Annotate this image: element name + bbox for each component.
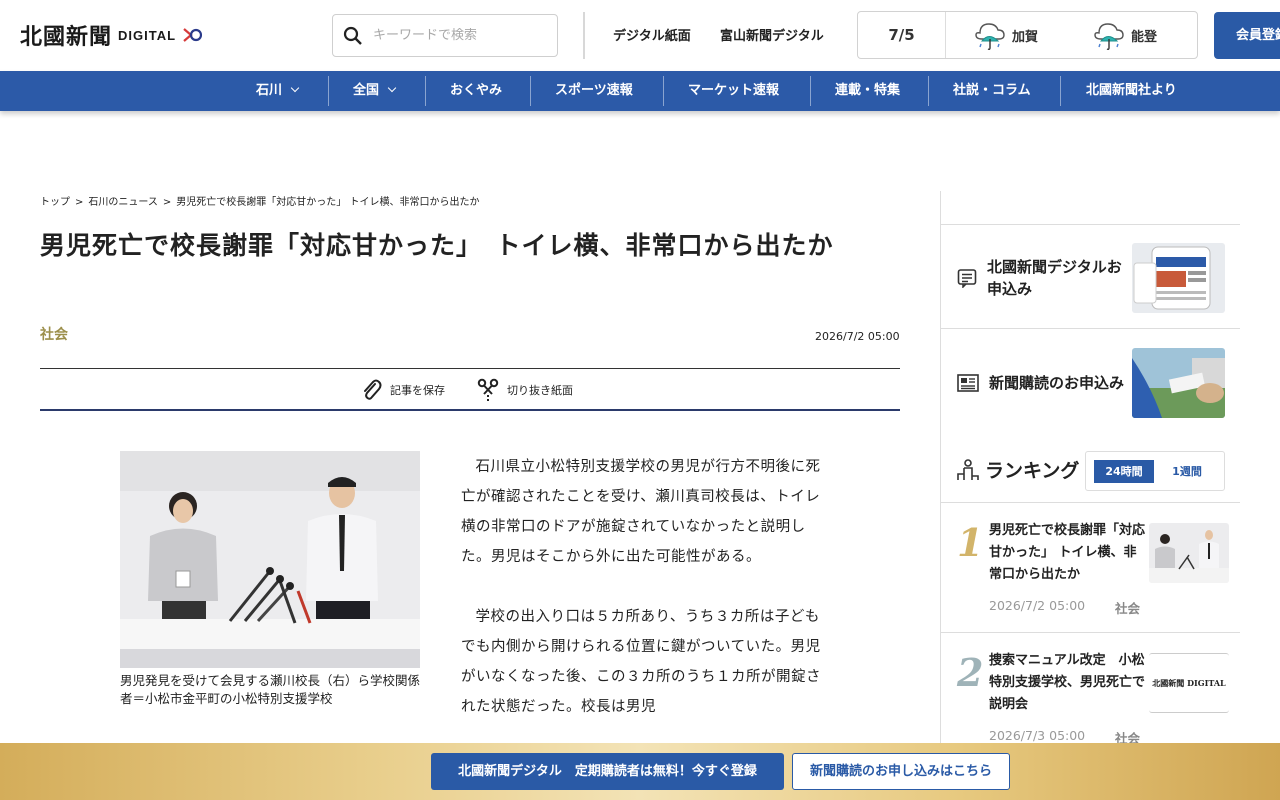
sidebar-separator xyxy=(941,632,1240,633)
nav-separator xyxy=(1060,76,1061,106)
logo-wordmark: 北國新聞 xyxy=(20,24,113,50)
nav-separator xyxy=(663,76,664,106)
breadcrumb-ishikawa[interactable]: 石川のニュース xyxy=(88,197,158,208)
document-list-icon xyxy=(957,269,977,288)
search-icon[interactable] xyxy=(343,26,363,46)
clip-article-button[interactable]: 切り抜き紙面 xyxy=(477,378,573,402)
newspaper-subscribe-promo[interactable]: 新聞購読のお申込み xyxy=(957,348,1225,418)
nav-item-company[interactable]: 北國新聞社より xyxy=(1086,71,1177,111)
ranking-item[interactable]: 2 捜索マニュアル改定 小松特別支援学校、男児死亡で説明会 2026/7/3 0… xyxy=(941,650,1240,750)
nav-label: 石川 xyxy=(256,83,283,98)
weather-kaga[interactable]: 加賀 xyxy=(972,19,1064,51)
ranking-date: 2026/7/3 05:00 xyxy=(989,728,1086,743)
article-body: 石川県立小松特別支援学校の男児が行方不明後に死亡が確認されたことを受け、瀬川真司… xyxy=(461,452,823,752)
search-input[interactable] xyxy=(373,28,543,43)
press-conference-photo xyxy=(120,451,420,668)
breadcrumb: トップ > 石川のニュース > 男児死亡で校長謝罪「対応甘かった」 トイレ横、非常口から… xyxy=(40,193,479,208)
weather-noto[interactable]: 能登 xyxy=(1091,19,1157,51)
rain-umbrella-icon xyxy=(1094,23,1124,51)
main-nav: 石川 全国 おくやみ スポーツ速報 マーケット速報 連載・特集 社説・コラム 北… xyxy=(0,71,1280,111)
nav-item-editorial[interactable]: 社説・コラム xyxy=(953,71,1031,111)
weather-location-label: 能登 xyxy=(1131,29,1158,45)
chevron-down-icon xyxy=(290,83,300,93)
weather-widget[interactable]: 7/5 加賀 能登 xyxy=(857,11,1198,59)
article-photo[interactable] xyxy=(120,451,420,668)
article-date: 2026/7/2 05:00 xyxy=(815,330,900,343)
breadcrumb-separator: > xyxy=(162,197,172,208)
ranking-thumbnail-logo: 北國新聞 DIGITAL xyxy=(1152,677,1226,688)
ranking-title: ランキング xyxy=(985,460,1080,482)
nav-separator xyxy=(810,76,811,106)
chevron-down-icon xyxy=(387,83,397,93)
digital-subscribe-label: 北國新聞デジタルお申込み xyxy=(987,258,1122,298)
site-logo[interactable]: 北國新聞 DIGITAL xyxy=(20,20,203,50)
nav-item-features[interactable]: 連載・特集 xyxy=(835,71,900,111)
paperclip-icon xyxy=(364,379,382,400)
sidebar-separator xyxy=(941,502,1240,503)
ranking-headline: 男児死亡で校長謝罪「対応甘かった」 トイレ横、非常口から出たか xyxy=(989,523,1146,582)
nav-item-market[interactable]: マーケット速報 xyxy=(688,71,779,111)
logo-mark-icon xyxy=(183,28,203,42)
subscription-banner: 北國新聞デジタル 定期購読者は無料！今すぐ登録 新聞購読のお申し込みはこちら xyxy=(0,743,1280,800)
newspaper-delivery-thumbnail xyxy=(1132,348,1225,418)
weather-location-label: 加賀 xyxy=(1012,29,1039,45)
ranking-person-icon xyxy=(957,458,979,480)
nav-separator xyxy=(425,76,426,106)
digital-phone-thumbnail xyxy=(1132,243,1225,313)
nav-label: 全国 xyxy=(353,83,380,98)
member-register-button[interactable]: 会員登録 xyxy=(1214,12,1280,59)
nav-separator xyxy=(328,76,329,106)
breadcrumb-separator: > xyxy=(75,197,84,208)
article-title: 男児死亡で校長謝罪「対応甘かった」 トイレ横、非常口から出たか xyxy=(40,231,834,260)
newspaper-subscribe-button[interactable]: 新聞購読のお申し込みはこちら xyxy=(792,753,1010,790)
nav-item-ishikawa[interactable]: 石川 xyxy=(256,71,300,111)
ranking-item[interactable]: 1 男児死亡で校長謝罪「対応甘かった」 トイレ横、非常口から出たか 2026/7… xyxy=(941,520,1240,632)
ranking-date: 2026/7/2 05:00 xyxy=(989,598,1086,613)
article-paragraph: 学校の出入り口は５カ所あり、うち３カ所は子どもでも内側から開けられる位置に鍵がつ… xyxy=(461,609,821,715)
nav-separator xyxy=(530,76,531,106)
newspaper-icon xyxy=(957,374,979,392)
search-box[interactable] xyxy=(332,14,558,57)
digital-register-button[interactable]: 北國新聞デジタル 定期購読者は無料！今すぐ登録 xyxy=(431,753,784,790)
article-actions: 記事を保存 切り抜き紙面 xyxy=(40,368,900,411)
header-divider xyxy=(583,12,585,59)
nav-separator xyxy=(928,76,929,106)
ranking-thumbnail: 北國新聞 DIGITAL xyxy=(1149,653,1229,713)
save-article-button[interactable]: 記事を保存 xyxy=(360,378,445,402)
newspaper-subscribe-label: 新聞購読のお申込み xyxy=(989,374,1125,392)
ranking-thumbnail xyxy=(1149,523,1229,583)
sidebar-separator xyxy=(941,224,1240,225)
photo-caption: 男児発見を受けて会見する瀬川校長（右）ら学校関係者＝小松市金平町の小松特別支援学… xyxy=(120,673,421,706)
site-header: 北國新聞 DIGITAL デジタル紙面 富山新聞デジタル 7/5 xyxy=(0,0,1280,71)
ranking-tabs: 24時間 1週間 xyxy=(1085,451,1225,491)
sidebar-separator xyxy=(941,328,1240,329)
ranking-category: 社会 xyxy=(1115,601,1141,616)
toyama-digital-link[interactable]: 富山新聞デジタル xyxy=(720,25,824,44)
logo-digital-text: DIGITAL xyxy=(118,27,177,43)
ranking-number: 2 xyxy=(957,650,984,695)
tab-1week[interactable]: 1週間 xyxy=(1156,460,1218,483)
rain-umbrella-icon xyxy=(975,23,1005,51)
ranking-heading: ランキング xyxy=(957,456,1079,483)
weather-date: 7/5 xyxy=(858,12,946,58)
article-category[interactable]: 社会 xyxy=(40,324,68,344)
scissors-icon xyxy=(477,378,499,401)
breadcrumb-current: 男児死亡で校長謝罪「対応甘かった」 トイレ横、非常口から出たか xyxy=(176,197,480,208)
breadcrumb-top[interactable]: トップ xyxy=(40,197,70,208)
ranking-number: 1 xyxy=(957,520,984,565)
save-article-label: 記事を保存 xyxy=(390,384,445,397)
ranking-headline: 捜索マニュアル改定 小松特別支援学校、男児死亡で説明会 xyxy=(989,653,1146,712)
digital-paper-link[interactable]: デジタル紙面 xyxy=(613,25,691,44)
tab-24h[interactable]: 24時間 xyxy=(1094,460,1154,483)
nav-item-sports[interactable]: スポーツ速報 xyxy=(555,71,633,111)
page: 北國新聞 DIGITAL デジタル紙面 富山新聞デジタル 7/5 xyxy=(0,0,1280,800)
nav-item-zenkoku[interactable]: 全国 xyxy=(353,71,397,111)
nav-item-okuyami[interactable]: おくやみ xyxy=(450,71,502,111)
digital-subscribe-promo[interactable]: 北國新聞デジタルお申込み xyxy=(957,243,1225,313)
article-paragraph: 石川県立小松特別支援学校の男児が行方不明後に死亡が確認されたことを受け、瀬川真司… xyxy=(461,459,821,565)
clip-article-label: 切り抜き紙面 xyxy=(507,384,573,397)
